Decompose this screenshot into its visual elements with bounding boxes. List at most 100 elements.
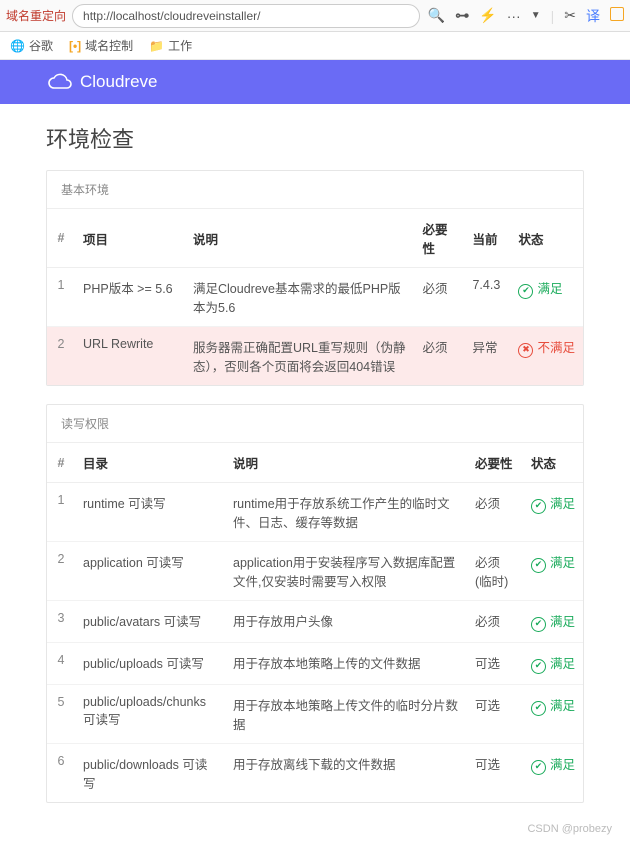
cell-stat: 满足	[523, 483, 583, 542]
col-num: #	[47, 443, 75, 483]
cell-stat: 不满足	[510, 327, 583, 386]
bracket-icon: [•]	[69, 39, 81, 53]
col-need: 必要性	[467, 443, 523, 483]
col-stat: 状态	[510, 209, 583, 268]
cell-num: 6	[47, 744, 75, 803]
cell-desc: 满足Cloudreve基本需求的最低PHP版本为5.6	[185, 268, 414, 327]
browser-titlebar: 域名重定向 http://localhost/cloudreveinstalle…	[0, 0, 630, 32]
card-header: 读写权限	[47, 405, 583, 443]
more-icon[interactable]: ···	[507, 8, 521, 24]
col-desc: 说明	[225, 443, 467, 483]
brand-text: Cloudreve	[80, 72, 158, 92]
cell-item: runtime 可读写	[75, 483, 225, 542]
col-item: 项目	[75, 209, 185, 268]
flash-icon[interactable]: ⚡	[479, 7, 496, 24]
key-icon[interactable]: ⊶	[455, 7, 469, 24]
cell-num: 5	[47, 685, 75, 744]
search-icon[interactable]: 🔍	[428, 7, 445, 24]
cell-num: 1	[47, 483, 75, 542]
table-row: 2URL Rewrite服务器需正确配置URL重写规则（伪静态），否则各个页面将…	[47, 327, 583, 386]
table-row: 4public/uploads 可读写用于存放本地策略上传的文件数据可选满足	[47, 643, 583, 685]
status-ok-icon: 满足	[531, 758, 575, 772]
cell-num: 1	[47, 268, 75, 327]
cell-desc: 服务器需正确配置URL重写规则（伪静态），否则各个页面将会返回404错误	[185, 327, 414, 386]
cell-need: 必须(临时)	[467, 542, 523, 601]
bookmark-google[interactable]: 🌐 谷歌	[10, 37, 53, 54]
cloud-icon	[46, 72, 74, 92]
col-cur: 当前	[464, 209, 510, 268]
cell-desc: 用于存放本地策略上传文件的临时分片数据	[225, 685, 467, 744]
cell-num: 4	[47, 643, 75, 685]
cell-item: public/uploads/chunks 可读写	[75, 685, 225, 744]
cell-need: 可选	[467, 643, 523, 685]
table-row: 3public/avatars 可读写用于存放用户头像必须满足	[47, 601, 583, 643]
col-stat: 状态	[523, 443, 583, 483]
table-row: 5public/uploads/chunks 可读写用于存放本地策略上传文件的临…	[47, 685, 583, 744]
env-table: # 项目 说明 必要性 当前 状态 1PHP版本 >= 5.6满足Cloudre…	[47, 209, 583, 385]
card-perm: 读写权限 # 目录 说明 必要性 状态 1runtime 可读写runtime用…	[46, 404, 584, 803]
cell-stat: 满足	[523, 601, 583, 643]
bookmark-label: 谷歌	[29, 37, 53, 54]
cell-item: public/downloads 可读写	[75, 744, 225, 803]
cell-num: 2	[47, 327, 75, 386]
cell-need: 可选	[467, 744, 523, 803]
bookmark-domain[interactable]: [•] 域名控制	[69, 37, 133, 54]
bookmark-label: 域名控制	[85, 37, 133, 54]
card-basic-env: 基本环境 # 项目 说明 必要性 当前 状态 1PHP版本 >= 5.6满足Cl…	[46, 170, 584, 386]
table-row: 2application 可读写application用于安装程序写入数据库配置…	[47, 542, 583, 601]
status-ok-icon: 满足	[531, 556, 575, 570]
status-ok-icon: 满足	[531, 699, 575, 713]
cell-need: 必须	[467, 601, 523, 643]
cell-desc: 用于存放离线下载的文件数据	[225, 744, 467, 803]
status-ok-icon: 满足	[518, 282, 562, 296]
cell-need: 必须	[467, 483, 523, 542]
globe-icon: 🌐	[10, 39, 25, 53]
cell-item: public/uploads 可读写	[75, 643, 225, 685]
cell-num: 2	[47, 542, 75, 601]
translate-icon[interactable]: 译	[586, 6, 600, 26]
page-content: Cloudreve 环境检查 基本环境 # 项目 说明 必要性 当前 状态 1P…	[0, 60, 630, 845]
cell-need: 必须	[414, 327, 464, 386]
cell-stat: 满足	[523, 643, 583, 685]
table-row: 6public/downloads 可读写用于存放离线下载的文件数据可选满足	[47, 744, 583, 803]
watermark: CSDN @probezy	[0, 821, 630, 839]
status-ok-icon: 满足	[531, 657, 575, 671]
bookmarks-bar: 🌐 谷歌 [•] 域名控制 📁 工作	[0, 32, 630, 60]
shield-icon[interactable]	[610, 7, 624, 24]
col-item: 目录	[75, 443, 225, 483]
expand-icon[interactable]: ▼	[531, 10, 541, 21]
cell-stat: 满足	[510, 268, 583, 327]
cell-cur: 7.4.3	[464, 268, 510, 327]
col-desc: 说明	[185, 209, 414, 268]
url-text: http://localhost/cloudreveinstaller/	[83, 9, 260, 23]
cell-need: 可选	[467, 685, 523, 744]
cell-stat: 满足	[523, 744, 583, 803]
col-need: 必要性	[414, 209, 464, 268]
table-row: 1runtime 可读写runtime用于存放系统工作产生的临时文件、日志、缓存…	[47, 483, 583, 542]
bookmark-label: 工作	[168, 37, 192, 54]
cell-item: public/avatars 可读写	[75, 601, 225, 643]
cell-item: PHP版本 >= 5.6	[75, 268, 185, 327]
bookmark-work[interactable]: 📁 工作	[149, 37, 192, 54]
page-title: 环境检查	[46, 122, 584, 154]
toolbar-icons: 🔍 ⊶ ⚡ ··· ▼ | ✂ 译	[428, 6, 624, 26]
col-num: #	[47, 209, 75, 268]
status-ok-icon: 满足	[531, 497, 575, 511]
tab-label: 域名重定向	[6, 7, 66, 24]
status-ok-icon: 满足	[531, 615, 575, 629]
perm-table: # 目录 说明 必要性 状态 1runtime 可读写runtime用于存放系统…	[47, 443, 583, 802]
scissors-icon[interactable]: ✂	[564, 7, 576, 24]
cell-need: 必须	[414, 268, 464, 327]
folder-icon: 📁	[149, 39, 164, 53]
card-header: 基本环境	[47, 171, 583, 209]
url-bar[interactable]: http://localhost/cloudreveinstaller/	[72, 4, 420, 28]
cell-item: URL Rewrite	[75, 327, 185, 386]
cell-desc: application用于安装程序写入数据库配置文件,仅安装时需要写入权限	[225, 542, 467, 601]
brand-bar: Cloudreve	[0, 60, 630, 104]
cell-desc: 用于存放本地策略上传的文件数据	[225, 643, 467, 685]
cell-cur: 异常	[464, 327, 510, 386]
cell-desc: runtime用于存放系统工作产生的临时文件、日志、缓存等数据	[225, 483, 467, 542]
cell-num: 3	[47, 601, 75, 643]
cell-desc: 用于存放用户头像	[225, 601, 467, 643]
cell-item: application 可读写	[75, 542, 225, 601]
